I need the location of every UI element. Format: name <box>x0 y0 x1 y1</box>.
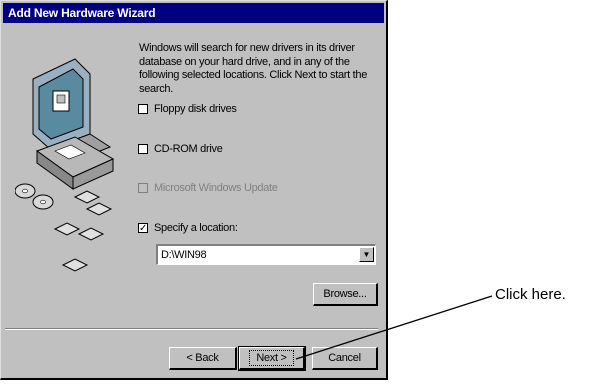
callout-label: Click here. <box>495 286 566 303</box>
callout-leader-line <box>295 295 493 360</box>
